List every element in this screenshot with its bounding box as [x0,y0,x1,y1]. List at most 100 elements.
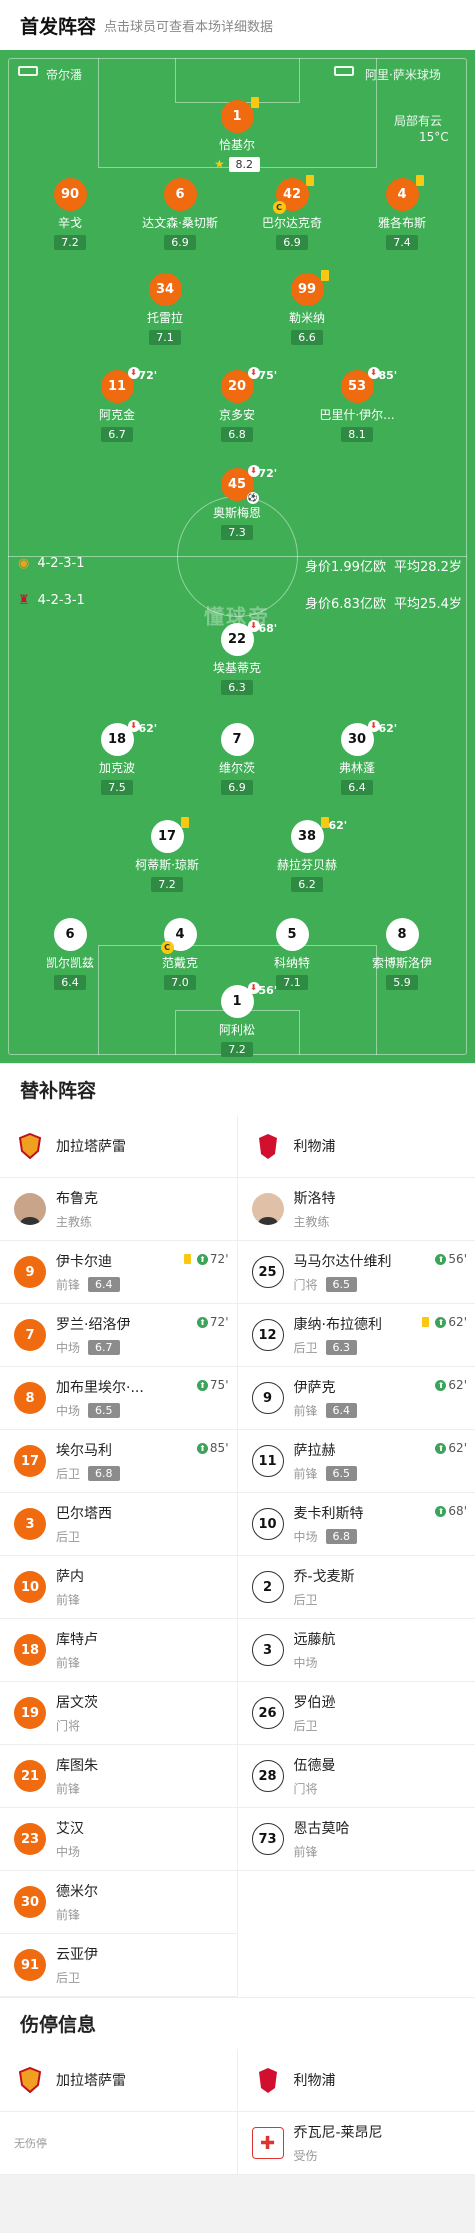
home-injury-column: 加拉塔萨雷 无伤停 [0,2049,238,2175]
player-rating: 7.4 [386,235,418,250]
yellow-card-icon [250,97,259,108]
coach-role: 主教练 [293,1215,330,1229]
player-name: 柯蒂斯·琼斯 [135,858,199,872]
away-team-row[interactable]: 利物浦 [237,1115,475,1178]
liverpool-crest-icon [252,1130,284,1162]
home-player-10[interactable]: 45 ⬇ 72' ⚽ 奥斯梅恩 7.3 [187,465,287,540]
away-sub-row[interactable]: 28 伍德曼 门将 [237,1745,475,1808]
sub-position: 前锋 [293,1845,318,1859]
home-player-9[interactable]: 53 ⬇ 85' 巴里什·伊尔... 8.1 [307,367,407,442]
away-coach-row[interactable]: 斯洛特 主教练 [237,1178,475,1241]
home-coach-row[interactable]: 布鲁克 主教练 [0,1178,237,1241]
home-player-8[interactable]: 20 ⬇ 75' 京多安 6.8 [187,367,287,442]
home-player-2[interactable]: 6 达文森·桑切斯 6.9 [130,178,230,250]
sub-name: 库图朱 [56,1758,98,1774]
sub-position: 后卫 [56,1971,81,1985]
home-sub-row[interactable]: 7 罗兰·绍洛伊 中场 6.7 ⬆ 72' [0,1304,237,1367]
player-number: 38 62' [290,817,347,853]
home-player-5[interactable]: 34 托雷拉 7.1 [115,273,215,345]
sub-in-minute: 72' [209,1315,229,1329]
lineup-title: 首发阵容 [20,15,97,38]
sub-rating: 6.8 [88,1466,120,1481]
player-name: 奥斯梅恩 [212,506,261,520]
away-player-4[interactable]: 17 柯蒂斯·琼斯 7.2 [117,817,217,892]
away-sub-row[interactable]: 3 远藤航 中场 [237,1619,475,1682]
home-sub-row[interactable]: 91 云亚伊 后卫 [0,1934,237,1997]
home-formation: 4-2-3-1 [37,556,85,571]
away-sub-row[interactable]: 25 马马尔达什维利 门将 6.5 ⬆ 56' [237,1241,475,1304]
home-sub-row[interactable]: 23 艾汉 中场 [0,1808,237,1871]
home-sub-row[interactable]: 3 巴尔塔西 后卫 [0,1493,237,1556]
away-sub-row[interactable]: 12 康纳·布拉德利 后卫 6.3 ⬆ 62' [237,1304,475,1367]
away-sub-row[interactable]: 73 恩古莫哈 前锋 [237,1808,475,1871]
away-sub-row[interactable]: 9 伊萨克 前锋 6.4 ⬆ 62' [237,1367,475,1430]
away-sub-row[interactable]: 26 罗伯逊 后卫 [237,1682,475,1745]
sub-number: 21 [14,1760,46,1792]
home-sub-row[interactable]: 8 加布里埃尔·... 中场 6.5 ⬆ 75' [0,1367,237,1430]
away-player-9[interactable]: 8 索博斯洛伊 5.9 [352,918,452,990]
sub-in-tag: ⬆ 75' [196,1378,229,1392]
away-player-2[interactable]: 7 维尔茨 6.9 [187,723,287,795]
home-player-0[interactable]: 1 恰基尔 ★ 8.2 [187,97,287,172]
home-sub-row[interactable]: 9 伊卡尔迪 前锋 6.4 ⬆ 72' [0,1241,237,1304]
sub-number: 25 [251,1256,284,1288]
sub-position: 中场 [56,1845,81,1859]
home-player-3[interactable]: 42 C 巴尔达克奇 6.9 [242,175,342,250]
sub-position: 前锋 [56,1908,81,1922]
yellow-card-icon [415,175,424,186]
away-sub-row[interactable]: 2 乔-戈麦斯 后卫 [237,1556,475,1619]
away-player-10[interactable]: 1 ⬇ 56' 阿利松 7.2 [187,982,287,1057]
player-number: 22 ⬇ 68' [220,620,277,656]
home-sub-row[interactable]: 21 库图朱 前锋 [0,1745,237,1808]
home-venue: 帝尔潘 [46,68,83,82]
away-player-0[interactable]: 22 ⬇ 68' 埃基蒂克 6.3 [187,620,287,695]
sub-minute: 62' [328,819,348,832]
away-sub-row[interactable]: 10 麦卡利斯特 中场 6.8 ⬆ 68' [237,1493,475,1556]
away-player-5[interactable]: 38 62' 赫拉芬贝赫 6.2 [257,817,357,892]
sub-position: 门将 [56,1719,81,1733]
player-number-text: 1 [232,109,242,124]
home-player-4[interactable]: 4 雅各布斯 7.4 [352,175,452,250]
home-player-6[interactable]: 99 勒米纳 6.6 [257,270,357,345]
player-rating: 7.5 [101,780,133,795]
sub-name: 麦卡利斯特 [293,1506,364,1522]
away-injury-team: 利物浦 [293,2073,336,2089]
away-sub-row[interactable]: 11 萨拉赫 前锋 6.5 ⬆ 62' [237,1430,475,1493]
player-name: 托雷拉 [146,311,183,325]
sub-in-icon: ⬆ [435,1253,447,1265]
player-number-text: 90 [60,187,80,202]
home-player-7[interactable]: 11 ⬇ 72' 阿克金 6.7 [67,367,167,442]
home-team-row[interactable]: 加拉塔萨雷 [0,1115,237,1178]
sub-in-tag: ⬆ 68' [435,1504,467,1518]
captain-icon: C [272,201,286,214]
sub-in-icon: ⬆ [196,1253,208,1265]
home-sub-row[interactable]: 18 库特卢 前锋 [0,1619,237,1682]
away-player-3[interactable]: 30 ⬇ 62' 弗林蓬 6.4 [307,720,407,795]
home-sub-row[interactable]: 30 德米尔 前锋 [0,1871,237,1934]
sub-name: 罗伯逊 [293,1695,336,1711]
sub-in-icon: ⬆ [435,1442,447,1454]
player-name: 雅各布斯 [377,216,426,230]
home-player-1[interactable]: 90 辛戈 7.2 [20,178,120,250]
no-injury-note: 无伤停 [14,2137,47,2150]
sub-number: 3 [251,1634,284,1666]
home-sub-row[interactable]: 17 埃尔马利 后卫 6.8 ⬆ 85' [0,1430,237,1493]
away-player-8[interactable]: 5 科纳特 7.1 [242,918,342,990]
away-formation-row: ♜ 4-2-3-1 [18,593,85,608]
away-player-6[interactable]: 6 凯尔凯兹 6.4 [20,918,120,990]
home-subs-column: 加拉塔萨雷 布鲁克 主教练 9 伊卡尔迪 前锋 6.4 ⬆ 72' 7 罗兰·绍洛伊 中场 6.7 ⬆… [0,1115,238,1997]
medical-icon: ✚ [251,2127,284,2159]
sub-name: 库特卢 [56,1632,98,1648]
player-rating: 7.2 [151,877,183,892]
player-rating: 5.9 [386,975,418,990]
player-number-text: 6 [175,187,185,202]
injured-player-row[interactable]: ✚ 乔瓦尼-莱昂尼 受伤 [237,2112,475,2175]
away-player-1[interactable]: 18 ⬇ 62' 加克波 7.5 [67,720,167,795]
home-sub-row[interactable]: 19 居文茨 门将 [0,1682,237,1745]
home-sub-row[interactable]: 10 萨内 前锋 [0,1556,237,1619]
player-number-text: 6 [65,927,75,942]
player-number-text: 18 [107,732,127,747]
weather-text: 局部有云 [394,114,443,128]
away-player-7[interactable]: 4 C 范戴克 7.0 [130,918,230,990]
player-number-text: 4 [175,927,185,942]
